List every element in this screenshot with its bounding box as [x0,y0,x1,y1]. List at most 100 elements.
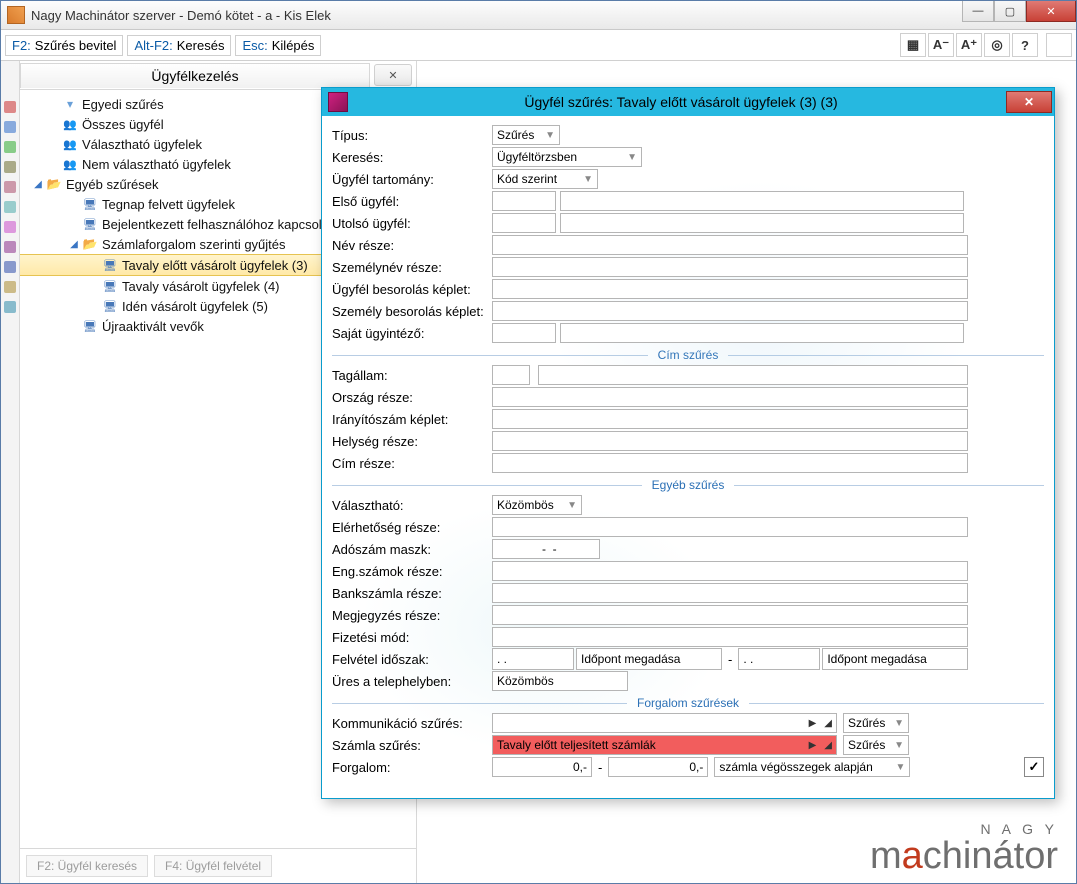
monitor-icon [102,298,118,314]
strip-icon[interactable] [4,301,16,313]
sidebar-tab-close[interactable]: ✕ [374,64,412,86]
strip-icon[interactable] [4,141,16,153]
toolbar-font-larger[interactable]: A⁺ [956,33,982,57]
section-forgalom: Forgalom szűrések [332,696,1044,710]
window-close-button[interactable]: ✕ [1026,1,1076,22]
select-kereses[interactable]: Ügyféltörzsben▼ [492,147,642,167]
input-szemelynev[interactable] [492,257,968,277]
select-szamla-szures[interactable]: Szűrés▼ [843,735,909,755]
monitor-icon [82,216,98,232]
input-date-from[interactable]: . . [492,648,574,670]
footer-f2-button[interactable]: F2: Ügyfél keresés [26,855,148,877]
label-bank: Bankszámla része: [332,586,492,601]
label-orszag: Ország része: [332,390,492,405]
select-valaszthato[interactable]: Közömbös▼ [492,495,582,515]
input-utolso-kod[interactable] [492,213,556,233]
toolbar-extra[interactable] [1046,33,1072,57]
input-utolso-nev[interactable] [560,213,964,233]
button-time-from[interactable]: Időpont megadása [576,648,722,670]
label-cimr: Cím része: [332,456,492,471]
input-megj[interactable] [492,605,968,625]
input-date-to[interactable]: . . [738,648,820,670]
label-komm: Kommunikáció szűrés: [332,716,492,731]
lookup-szamla[interactable]: Tavaly előtt teljesített számlák ▶◢ [492,735,837,755]
expand-icon[interactable]: ◢ [30,179,46,190]
chevron-down-icon: ▼ [627,152,637,163]
funnel-icon [62,96,78,112]
label-felvetel: Felvétel időszak: [332,652,492,667]
monitor-icon [102,278,118,294]
section-egyeb: Egyéb szűrés [332,478,1044,492]
dialog-close-button[interactable]: ✕ [1006,91,1052,113]
label-szbesorolas: Személy besorolás képlet: [332,304,492,319]
input-elso-nev[interactable] [560,191,964,211]
maximize-button[interactable]: ▢ [994,1,1026,22]
input-besorolas[interactable] [492,279,968,299]
strip-icon[interactable] [4,161,16,173]
strip-icon[interactable] [4,261,16,273]
input-bank[interactable] [492,583,968,603]
input-ures[interactable] [492,671,628,691]
label-megj: Megjegyzés része: [332,608,492,623]
shortcut-f2[interactable]: F2: Szűrés bevitel [5,35,123,56]
input-forgalom-to[interactable] [608,757,708,777]
folder-open-icon [82,236,98,252]
strip-icon[interactable] [4,201,16,213]
label-engszam: Eng.számok része: [332,564,492,579]
strip-icon[interactable] [4,101,16,113]
toolbar: F2: Szűrés bevitel Alt-F2: Keresés Esc: … [1,30,1076,61]
expand-icon[interactable]: ◢ [66,239,82,250]
input-elerhetoseg[interactable] [492,517,968,537]
toolbar-target-icon[interactable]: ◎ [984,33,1010,57]
input-sajat-nev[interactable] [560,323,964,343]
shortcut-esc[interactable]: Esc: Kilépés [235,35,321,56]
label-ures: Üres a telephelyben: [332,674,492,689]
select-komm-szures[interactable]: Szűrés▼ [843,713,909,733]
monitor-icon [82,318,98,334]
strip-icon[interactable] [4,121,16,133]
filter-dialog: Ügyfél szűrés: Tavaly előtt vásárolt ügy… [321,87,1055,799]
strip-icon[interactable] [4,241,16,253]
toolbar-help[interactable]: ? [1012,33,1038,57]
titlebar: Nagy Machinátor szerver - Demó kötet - a… [1,1,1076,30]
chevron-down-icon: ▼ [894,718,904,729]
triangle-right-icon: ▶ [805,740,821,751]
triangle-corner-icon: ◢ [820,740,836,751]
strip-icon[interactable] [4,281,16,293]
input-sajat-kod[interactable] [492,323,556,343]
dialog-title: Ügyfél szűrés: Tavaly előtt vásárolt ügy… [356,94,1006,110]
toolbar-grid-icon[interactable]: ▦ [900,33,926,57]
label-forgalom: Forgalom: [332,760,492,775]
shortcut-alt-f2[interactable]: Alt-F2: Keresés [127,35,231,56]
select-tipus[interactable]: Szűrés▼ [492,125,560,145]
toolbar-font-smaller[interactable]: A⁻ [928,33,954,57]
select-tartomany[interactable]: Kód szerint▼ [492,169,598,189]
minimize-button[interactable]: — [962,1,994,22]
input-engszam[interactable] [492,561,968,581]
input-tagallam-kod[interactable] [492,365,530,385]
lookup-komm[interactable]: ▶◢ [492,713,837,733]
input-tagallam-nev[interactable] [538,365,968,385]
triangle-corner-icon: ◢ [820,718,836,729]
input-forgalom-from[interactable] [492,757,592,777]
window-title: Nagy Machinátor szerver - Demó kötet - a… [31,8,962,23]
input-adoszam[interactable] [492,539,600,559]
chevron-down-icon: ▼ [583,174,593,185]
select-forgalom-base[interactable]: számla végösszegek alapján▼ [714,757,910,777]
input-szbesorolas[interactable] [492,301,968,321]
strip-icon[interactable] [4,181,16,193]
dash: - [728,652,732,667]
input-irsz[interactable] [492,409,968,429]
input-orszag[interactable] [492,387,968,407]
input-nev[interactable] [492,235,968,255]
section-cim: Cím szűrés [332,348,1044,362]
sidebar-tab-title[interactable]: Ügyfélkezelés [20,63,370,88]
confirm-check-button[interactable]: ✓ [1024,757,1044,777]
input-cimr[interactable] [492,453,968,473]
footer-f4-button[interactable]: F4: Ügyfél felvétel [154,855,272,877]
input-fizmod[interactable] [492,627,968,647]
strip-icon[interactable] [4,221,16,233]
input-elso-kod[interactable] [492,191,556,211]
button-time-to[interactable]: Időpont megadása [822,648,968,670]
input-helyseg[interactable] [492,431,968,451]
